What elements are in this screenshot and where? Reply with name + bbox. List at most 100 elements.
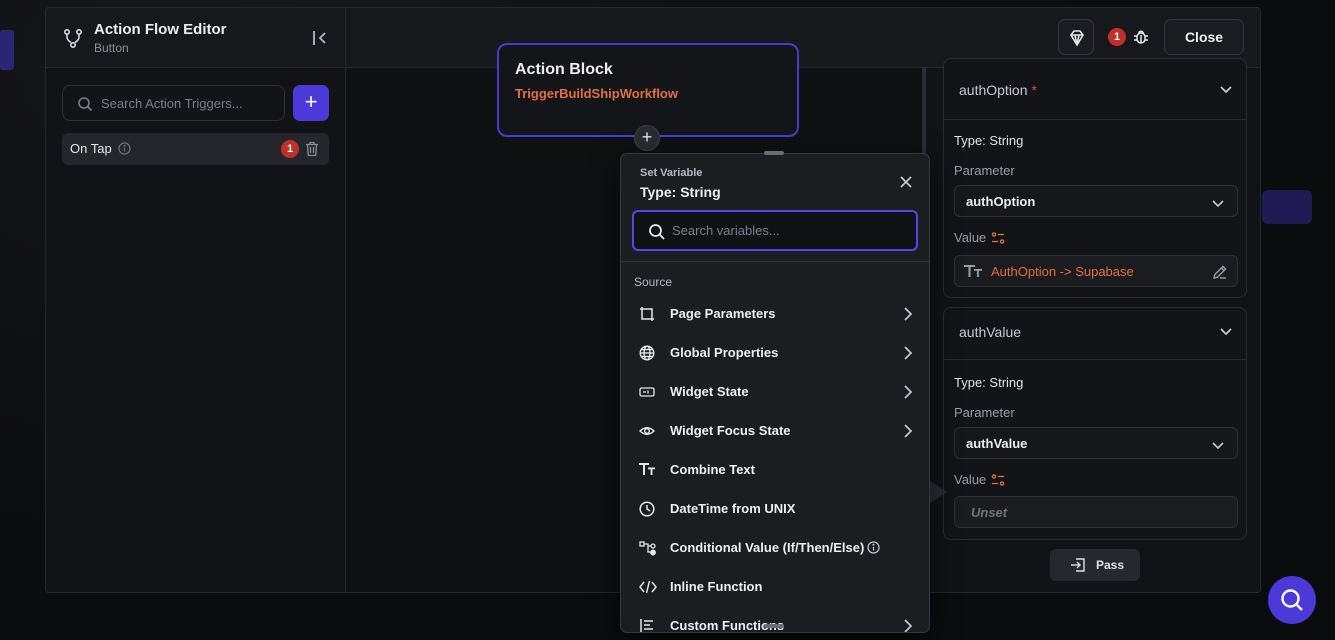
text-icon bbox=[639, 463, 655, 475]
variable-search-input[interactable] bbox=[672, 212, 902, 249]
chevron-right-icon bbox=[904, 307, 913, 321]
source-item-inline-function[interactable]: Inline Function bbox=[621, 569, 929, 605]
page-title: Action Flow Editor bbox=[94, 21, 227, 38]
source-item-widget-state[interactable]: Widget State bbox=[621, 374, 929, 410]
parameters-panel: authOption * Type: String Parameter auth… bbox=[926, 58, 1260, 592]
bug-icon bbox=[1134, 30, 1148, 44]
value-text: Unset bbox=[971, 505, 1008, 520]
value-label: Value bbox=[954, 472, 987, 487]
value-text: AuthOption -> Supabase bbox=[991, 264, 1134, 279]
source-item-label: Conditional Value (If/Then/Else) bbox=[670, 540, 865, 555]
popover-title: Set Variable bbox=[640, 167, 703, 179]
param-card-header[interactable]: authOption * bbox=[944, 59, 1246, 120]
add-action-node-button[interactable]: + bbox=[634, 125, 660, 151]
page-subtitle: Button bbox=[94, 41, 129, 55]
backdrop-accent bbox=[0, 30, 14, 70]
value-label: Value bbox=[954, 230, 987, 245]
source-section-label: Source bbox=[634, 275, 673, 289]
clock-icon bbox=[639, 501, 655, 517]
search-icon bbox=[1281, 589, 1303, 611]
param-card-auth-value: authValue Type: String Parameter authVal… bbox=[943, 307, 1247, 540]
collapse-panel-icon[interactable] bbox=[310, 28, 330, 48]
param-card-header[interactable]: authValue bbox=[944, 308, 1246, 360]
conditional-icon bbox=[639, 541, 656, 556]
debug-button[interactable]: 1 bbox=[1102, 19, 1154, 55]
param-card-auth-option: authOption * Type: String Parameter auth… bbox=[943, 58, 1247, 298]
source-item-datetime-from-unix[interactable]: DateTime from UNIX bbox=[621, 491, 929, 527]
info-icon[interactable] bbox=[118, 142, 131, 155]
action-flow-icon bbox=[63, 28, 83, 49]
pass-label: Pass bbox=[1096, 558, 1125, 572]
source-item-combine-text[interactable]: Combine Text bbox=[621, 452, 929, 488]
custom-functions-icon bbox=[640, 619, 653, 632]
value-field[interactable]: Unset bbox=[954, 496, 1238, 528]
chevron-down-icon[interactable] bbox=[1218, 323, 1234, 339]
chevron-right-icon bbox=[904, 385, 913, 399]
popover-caret bbox=[929, 480, 947, 504]
eye-icon bbox=[639, 427, 655, 435]
param-name: authOption * bbox=[959, 82, 1037, 98]
source-item-label: Widget State bbox=[670, 384, 749, 399]
debug-count-badge: 1 bbox=[1108, 28, 1126, 46]
action-block-name: TriggerBuildShipWorkflow bbox=[515, 86, 678, 101]
source-item-label: Widget Focus State bbox=[670, 423, 791, 438]
set-variable-popover: Set Variable Type: String Source Page Pa… bbox=[620, 153, 930, 633]
trash-icon[interactable] bbox=[305, 141, 319, 157]
action-block-title: Action Block bbox=[515, 61, 613, 78]
globe-icon bbox=[639, 345, 655, 361]
info-icon[interactable] bbox=[867, 541, 880, 554]
param-type: Type: String bbox=[954, 375, 1024, 390]
widget-state-icon bbox=[639, 387, 655, 397]
popover-resize-handle-bottom[interactable] bbox=[764, 624, 784, 628]
chevron-right-icon bbox=[904, 619, 913, 632]
help-search-button[interactable] bbox=[1268, 576, 1316, 624]
source-item-label: Global Properties bbox=[670, 345, 779, 360]
source-item-widget-focus-state[interactable]: Widget Focus State bbox=[621, 413, 929, 449]
search-icon bbox=[78, 97, 93, 112]
trigger-action-count-badge: 1 bbox=[281, 140, 299, 158]
diamond-button[interactable] bbox=[1058, 19, 1094, 55]
triggers-panel: + On Tap 1 bbox=[46, 68, 346, 592]
popover-type: Type: String bbox=[640, 184, 721, 200]
backdrop-accent bbox=[1262, 190, 1312, 224]
text-type-icon bbox=[964, 265, 982, 277]
required-mark: * bbox=[1031, 82, 1037, 98]
source-item-label: Combine Text bbox=[670, 462, 755, 477]
source-item-conditional-value[interactable]: Conditional Value (If/Then/Else) bbox=[621, 530, 929, 566]
add-trigger-button[interactable]: + bbox=[293, 85, 329, 121]
chevron-right-icon bbox=[904, 424, 913, 438]
source-item-custom-functions[interactable]: Custom Functions bbox=[621, 608, 929, 632]
action-block-node[interactable]: Action Block TriggerBuildShipWorkflow bbox=[497, 43, 799, 137]
parameter-dropdown[interactable]: authOption bbox=[954, 185, 1238, 217]
param-name: authValue bbox=[959, 324, 1022, 340]
source-item-label: DateTime from UNIX bbox=[670, 501, 796, 516]
popover-resize-handle-top[interactable] bbox=[764, 151, 784, 155]
parameter-value: authOption bbox=[966, 194, 1036, 209]
trigger-search-input[interactable] bbox=[101, 86, 281, 120]
value-field[interactable]: AuthOption -> Supabase bbox=[954, 255, 1238, 287]
chevron-down-icon bbox=[1212, 442, 1224, 450]
close-button[interactable]: Close bbox=[1164, 19, 1244, 55]
source-item-global-properties[interactable]: Global Properties bbox=[621, 335, 929, 371]
variable-icon[interactable] bbox=[991, 231, 1005, 245]
variable-search[interactable] bbox=[632, 210, 918, 251]
source-item-page-parameters[interactable]: Page Parameters bbox=[621, 296, 929, 332]
parameter-label: Parameter bbox=[954, 163, 1015, 178]
trigger-item-on-tap[interactable]: On Tap 1 bbox=[62, 133, 329, 165]
variable-icon[interactable] bbox=[991, 473, 1005, 487]
chevron-down-icon bbox=[1212, 200, 1224, 208]
popover-header: Set Variable Type: String bbox=[621, 154, 929, 262]
source-item-label: Page Parameters bbox=[670, 306, 776, 321]
close-icon[interactable] bbox=[899, 175, 913, 189]
param-type: Type: String bbox=[954, 133, 1024, 148]
pass-button[interactable]: Pass bbox=[1050, 549, 1140, 581]
edit-icon[interactable] bbox=[1212, 264, 1228, 280]
diamond-icon bbox=[1070, 30, 1084, 47]
trigger-label: On Tap bbox=[70, 141, 112, 156]
header-title-area: Action Flow Editor Button bbox=[46, 8, 346, 68]
chevron-down-icon[interactable] bbox=[1218, 81, 1234, 97]
parameter-dropdown[interactable]: authValue bbox=[954, 427, 1238, 459]
source-item-label: Inline Function bbox=[670, 579, 763, 594]
trigger-search[interactable] bbox=[62, 85, 285, 121]
code-icon bbox=[639, 580, 657, 594]
